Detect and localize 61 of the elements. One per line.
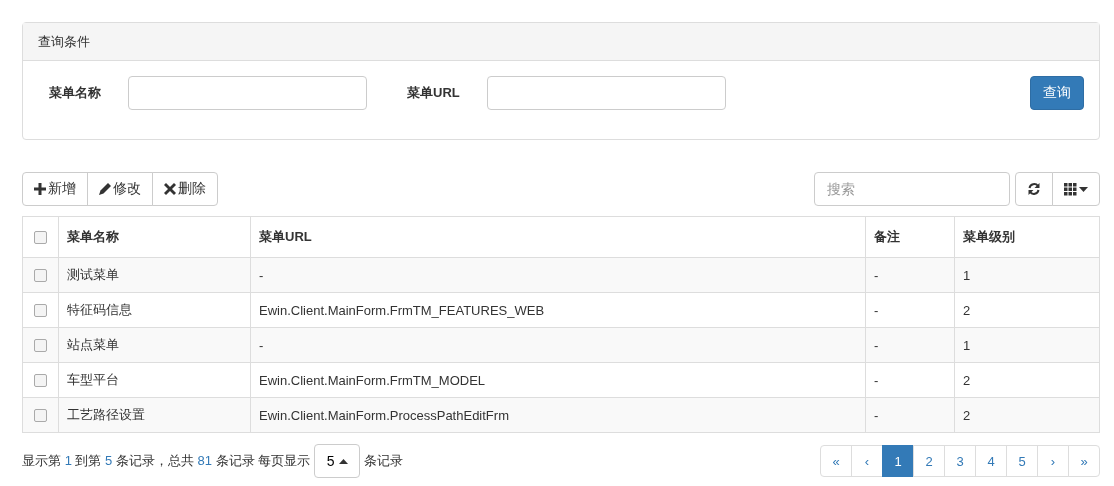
refresh-button[interactable] [1015, 172, 1053, 206]
plus-icon [34, 183, 46, 195]
table-cell: 2 [954, 362, 1100, 398]
page-link[interactable]: 2 [913, 445, 945, 477]
table-cell: - [250, 257, 866, 293]
checkbox[interactable] [34, 268, 47, 282]
table-cell: 2 [954, 397, 1100, 433]
record-summary: 显示第 1 到第 5 条记录，总共 81 条记录 每页显示 [22, 452, 311, 470]
page-link[interactable]: 5 [1006, 445, 1038, 477]
checkbox[interactable] [34, 373, 47, 387]
checkbox[interactable] [34, 408, 47, 422]
query-button[interactable]: 查询 [1030, 76, 1084, 110]
table-cell: 1 [954, 257, 1100, 293]
table-cell: - [865, 397, 955, 433]
page-size-dropdown[interactable]: 5 [314, 444, 361, 478]
checkbox[interactable] [34, 230, 47, 244]
page-link[interactable]: » [1068, 445, 1100, 477]
table-cell: - [865, 327, 955, 363]
table-cell: 特征码信息 [58, 292, 251, 328]
page-link[interactable]: 3 [944, 445, 976, 477]
records-label: 条记录 [364, 452, 404, 470]
refresh-icon [1027, 182, 1041, 196]
table-cell: - [250, 327, 866, 363]
search-field[interactable]: 搜索 [814, 172, 1010, 206]
page-link[interactable]: « [820, 445, 852, 477]
table-cell: 1 [954, 327, 1100, 363]
table-cell: Ewin.Client.MainForm.FrmTM_FEATURES_WEB [250, 292, 866, 328]
pencil-icon [99, 183, 111, 195]
table-cell: Ewin.Client.MainForm.ProcessPathEditFrm [250, 397, 866, 433]
table-cell: - [865, 257, 955, 293]
table-cell: 2 [954, 292, 1100, 328]
columns-button[interactable] [1052, 172, 1100, 206]
checkbox[interactable] [34, 338, 47, 352]
table-cell: 站点菜单 [58, 327, 251, 363]
checkbox[interactable] [34, 303, 47, 317]
page-link[interactable]: 1 [882, 445, 914, 477]
field-label: 菜单名称 [49, 84, 102, 102]
panel-title: 查询条件 [38, 32, 90, 51]
page-link[interactable]: ‹ [851, 445, 883, 477]
column-header: 菜单级别 [954, 216, 1100, 258]
input-field[interactable] [128, 76, 367, 110]
page-link[interactable]: › [1037, 445, 1069, 477]
table-cell: 测试菜单 [58, 257, 251, 293]
toolbar-button[interactable]: 修改 [87, 172, 153, 206]
close-icon [164, 183, 176, 195]
toolbar-button[interactable]: 删除 [152, 172, 218, 206]
field-label: 菜单URL [407, 84, 461, 102]
page-link[interactable]: 4 [975, 445, 1007, 477]
caret-icon [1079, 186, 1088, 192]
caret-icon [338, 458, 348, 464]
table-cell: Ewin.Client.MainForm.FrmTM_MODEL [250, 362, 866, 398]
column-header: 菜单名称 [58, 216, 251, 258]
input-field[interactable] [487, 76, 726, 110]
table-cell: 工艺路径设置 [58, 397, 251, 433]
toolbar-button[interactable]: 新增 [22, 172, 88, 206]
grid-icon [1064, 182, 1077, 196]
table-cell: 车型平台 [58, 362, 251, 398]
column-header: 菜单URL [250, 216, 866, 258]
table-cell: - [865, 362, 955, 398]
table-cell: - [865, 292, 955, 328]
column-header: 备注 [865, 216, 955, 258]
